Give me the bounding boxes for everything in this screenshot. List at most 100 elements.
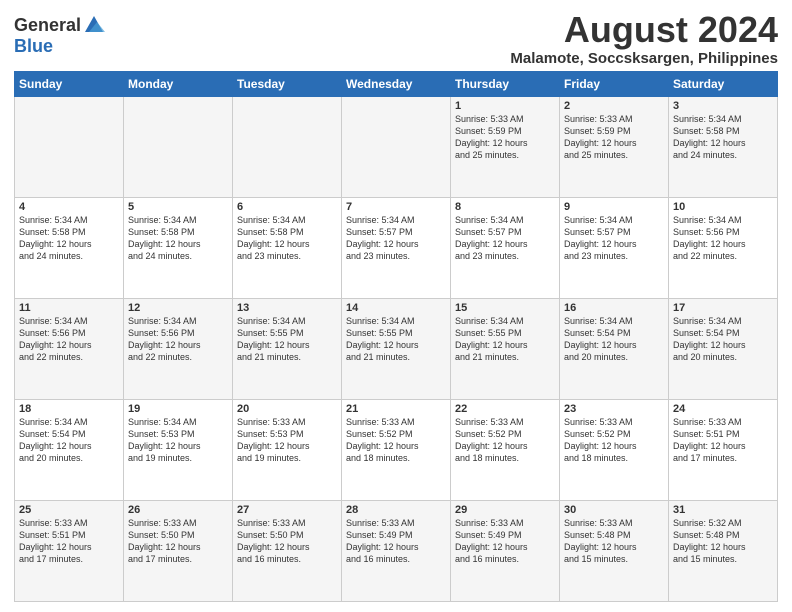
logo: General Blue <box>14 14 105 57</box>
cell-info: Sunrise: 5:33 AM Sunset: 5:50 PM Dayligh… <box>237 517 337 566</box>
calendar-cell: 11Sunrise: 5:34 AM Sunset: 5:56 PM Dayli… <box>15 298 124 399</box>
cell-info: Sunrise: 5:34 AM Sunset: 5:53 PM Dayligh… <box>128 416 228 465</box>
calendar-cell: 27Sunrise: 5:33 AM Sunset: 5:50 PM Dayli… <box>233 500 342 601</box>
calendar-header: SundayMondayTuesdayWednesdayThursdayFrid… <box>15 71 778 96</box>
cell-info: Sunrise: 5:34 AM Sunset: 5:56 PM Dayligh… <box>673 214 773 263</box>
cell-info: Sunrise: 5:32 AM Sunset: 5:48 PM Dayligh… <box>673 517 773 566</box>
calendar-cell <box>15 96 124 197</box>
day-number: 31 <box>673 504 773 516</box>
day-header-tuesday: Tuesday <box>233 71 342 96</box>
header-row: SundayMondayTuesdayWednesdayThursdayFrid… <box>15 71 778 96</box>
day-number: 13 <box>237 302 337 314</box>
day-number: 16 <box>564 302 664 314</box>
calendar-cell: 8Sunrise: 5:34 AM Sunset: 5:57 PM Daylig… <box>451 197 560 298</box>
day-number: 4 <box>19 201 119 213</box>
cell-info: Sunrise: 5:34 AM Sunset: 5:58 PM Dayligh… <box>673 113 773 162</box>
cell-info: Sunrise: 5:34 AM Sunset: 5:58 PM Dayligh… <box>237 214 337 263</box>
cell-info: Sunrise: 5:33 AM Sunset: 5:59 PM Dayligh… <box>564 113 664 162</box>
logo-general: General <box>14 15 81 36</box>
logo-icon <box>83 14 105 36</box>
calendar-cell: 30Sunrise: 5:33 AM Sunset: 5:48 PM Dayli… <box>560 500 669 601</box>
week-row-3: 11Sunrise: 5:34 AM Sunset: 5:56 PM Dayli… <box>15 298 778 399</box>
cell-info: Sunrise: 5:34 AM Sunset: 5:57 PM Dayligh… <box>455 214 555 263</box>
calendar-cell: 16Sunrise: 5:34 AM Sunset: 5:54 PM Dayli… <box>560 298 669 399</box>
calendar-cell: 24Sunrise: 5:33 AM Sunset: 5:51 PM Dayli… <box>669 399 778 500</box>
cell-info: Sunrise: 5:34 AM Sunset: 5:57 PM Dayligh… <box>564 214 664 263</box>
cell-info: Sunrise: 5:34 AM Sunset: 5:54 PM Dayligh… <box>19 416 119 465</box>
main-title: August 2024 <box>510 10 778 50</box>
day-number: 11 <box>19 302 119 314</box>
calendar-cell: 22Sunrise: 5:33 AM Sunset: 5:52 PM Dayli… <box>451 399 560 500</box>
week-row-4: 18Sunrise: 5:34 AM Sunset: 5:54 PM Dayli… <box>15 399 778 500</box>
cell-info: Sunrise: 5:33 AM Sunset: 5:49 PM Dayligh… <box>346 517 446 566</box>
day-header-monday: Monday <box>124 71 233 96</box>
day-number: 17 <box>673 302 773 314</box>
day-number: 15 <box>455 302 555 314</box>
day-number: 20 <box>237 403 337 415</box>
day-number: 24 <box>673 403 773 415</box>
day-number: 5 <box>128 201 228 213</box>
cell-info: Sunrise: 5:34 AM Sunset: 5:54 PM Dayligh… <box>673 315 773 364</box>
calendar-cell: 13Sunrise: 5:34 AM Sunset: 5:55 PM Dayli… <box>233 298 342 399</box>
calendar-cell: 25Sunrise: 5:33 AM Sunset: 5:51 PM Dayli… <box>15 500 124 601</box>
day-number: 30 <box>564 504 664 516</box>
day-number: 2 <box>564 100 664 112</box>
day-number: 6 <box>237 201 337 213</box>
calendar: SundayMondayTuesdayWednesdayThursdayFrid… <box>14 71 778 602</box>
calendar-cell <box>233 96 342 197</box>
calendar-cell: 15Sunrise: 5:34 AM Sunset: 5:55 PM Dayli… <box>451 298 560 399</box>
calendar-cell <box>342 96 451 197</box>
cell-info: Sunrise: 5:34 AM Sunset: 5:57 PM Dayligh… <box>346 214 446 263</box>
calendar-cell: 14Sunrise: 5:34 AM Sunset: 5:55 PM Dayli… <box>342 298 451 399</box>
cell-info: Sunrise: 5:34 AM Sunset: 5:58 PM Dayligh… <box>128 214 228 263</box>
day-number: 7 <box>346 201 446 213</box>
calendar-cell: 5Sunrise: 5:34 AM Sunset: 5:58 PM Daylig… <box>124 197 233 298</box>
cell-info: Sunrise: 5:33 AM Sunset: 5:59 PM Dayligh… <box>455 113 555 162</box>
cell-info: Sunrise: 5:33 AM Sunset: 5:53 PM Dayligh… <box>237 416 337 465</box>
calendar-cell: 7Sunrise: 5:34 AM Sunset: 5:57 PM Daylig… <box>342 197 451 298</box>
day-header-wednesday: Wednesday <box>342 71 451 96</box>
calendar-cell: 20Sunrise: 5:33 AM Sunset: 5:53 PM Dayli… <box>233 399 342 500</box>
calendar-cell: 1Sunrise: 5:33 AM Sunset: 5:59 PM Daylig… <box>451 96 560 197</box>
logo-blue: Blue <box>14 36 53 57</box>
calendar-cell: 18Sunrise: 5:34 AM Sunset: 5:54 PM Dayli… <box>15 399 124 500</box>
day-number: 29 <box>455 504 555 516</box>
day-number: 14 <box>346 302 446 314</box>
cell-info: Sunrise: 5:34 AM Sunset: 5:56 PM Dayligh… <box>19 315 119 364</box>
day-number: 19 <box>128 403 228 415</box>
day-number: 25 <box>19 504 119 516</box>
calendar-cell: 29Sunrise: 5:33 AM Sunset: 5:49 PM Dayli… <box>451 500 560 601</box>
cell-info: Sunrise: 5:33 AM Sunset: 5:52 PM Dayligh… <box>564 416 664 465</box>
day-number: 10 <box>673 201 773 213</box>
cell-info: Sunrise: 5:33 AM Sunset: 5:50 PM Dayligh… <box>128 517 228 566</box>
cell-info: Sunrise: 5:34 AM Sunset: 5:55 PM Dayligh… <box>455 315 555 364</box>
day-number: 8 <box>455 201 555 213</box>
calendar-cell: 23Sunrise: 5:33 AM Sunset: 5:52 PM Dayli… <box>560 399 669 500</box>
calendar-cell: 9Sunrise: 5:34 AM Sunset: 5:57 PM Daylig… <box>560 197 669 298</box>
cell-info: Sunrise: 5:33 AM Sunset: 5:52 PM Dayligh… <box>455 416 555 465</box>
cell-info: Sunrise: 5:33 AM Sunset: 5:51 PM Dayligh… <box>673 416 773 465</box>
day-number: 3 <box>673 100 773 112</box>
week-row-2: 4 Sunrise: 5:34 AM Sunset: 5:58 PM Daylig… <box>15 197 778 298</box>
calendar-cell: 3Sunrise: 5:34 AM Sunset: 5:58 PM Daylig… <box>669 96 778 197</box>
day-header-saturday: Saturday <box>669 71 778 96</box>
day-header-friday: Friday <box>560 71 669 96</box>
cell-info: Sunrise: 5:34 AM Sunset: 5:55 PM Dayligh… <box>237 315 337 364</box>
calendar-cell: 2Sunrise: 5:33 AM Sunset: 5:59 PM Daylig… <box>560 96 669 197</box>
subtitle: Malamote, Soccsksargen, Philippines <box>510 50 778 67</box>
week-row-5: 25Sunrise: 5:33 AM Sunset: 5:51 PM Dayli… <box>15 500 778 601</box>
calendar-cell: 31Sunrise: 5:32 AM Sunset: 5:48 PM Dayli… <box>669 500 778 601</box>
calendar-cell: 21Sunrise: 5:33 AM Sunset: 5:52 PM Dayli… <box>342 399 451 500</box>
day-number: 12 <box>128 302 228 314</box>
title-block: August 2024 Malamote, Soccsksargen, Phil… <box>510 10 778 67</box>
day-number: 18 <box>19 403 119 415</box>
day-number: 23 <box>564 403 664 415</box>
calendar-cell: 26Sunrise: 5:33 AM Sunset: 5:50 PM Dayli… <box>124 500 233 601</box>
calendar-cell: 19Sunrise: 5:34 AM Sunset: 5:53 PM Dayli… <box>124 399 233 500</box>
header: General Blue August 2024 Malamote, Soccs… <box>14 10 778 67</box>
cell-info: Sunrise: 5:33 AM Sunset: 5:51 PM Dayligh… <box>19 517 119 566</box>
cell-info: Sunrise: 5:33 AM Sunset: 5:52 PM Dayligh… <box>346 416 446 465</box>
cell-info: Sunrise: 5:34 AM Sunset: 5:56 PM Dayligh… <box>128 315 228 364</box>
day-header-thursday: Thursday <box>451 71 560 96</box>
cell-info: Sunrise: 5:34 AM Sunset: 5:54 PM Dayligh… <box>564 315 664 364</box>
